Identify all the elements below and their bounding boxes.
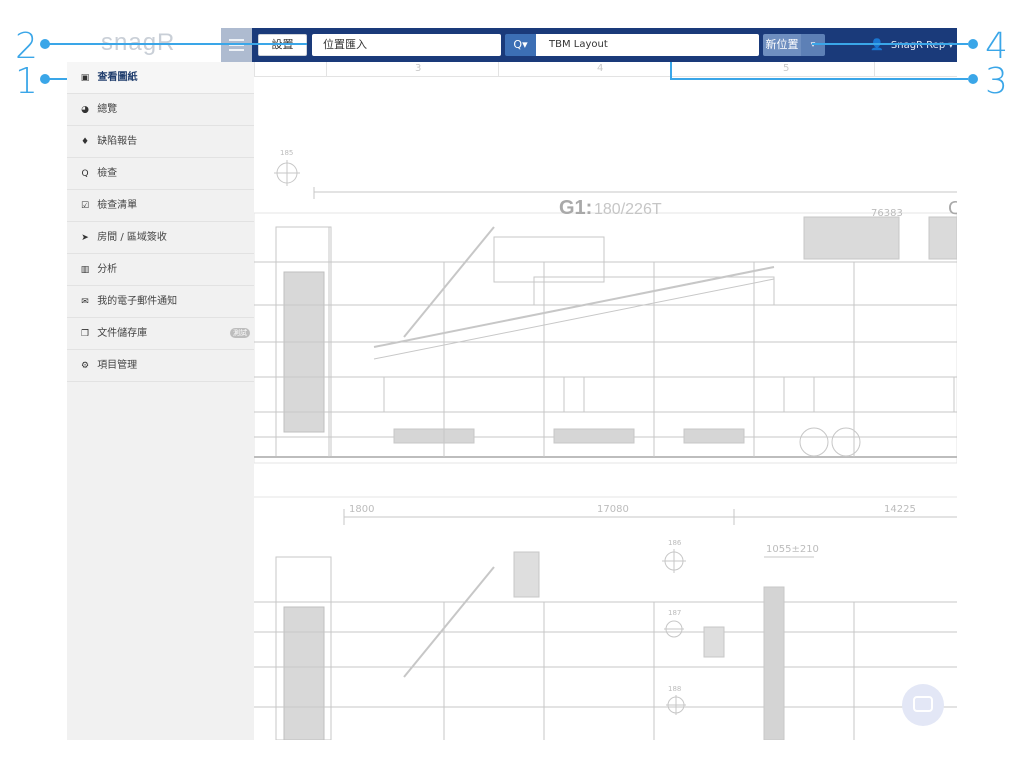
checklist-icon: ☑ [80,201,90,211]
tbm-layout-drawing [253,160,957,740]
sidebar-item-defect-reports[interactable]: ♦ 缺陷報告 [67,126,254,158]
sidebar-item-label: 缺陷報告 [97,136,138,147]
sidebar-item-inspection[interactable]: Q 檢查 [67,158,254,190]
callout-number-3: 3 [985,61,1008,102]
ruler-label: 5 [783,63,790,74]
callout-line [812,43,968,45]
sidebar-item-overview[interactable]: ◕ 總覽 [67,94,254,126]
bar-chart-icon: ▥ [80,265,90,275]
new-location-caret-button[interactable]: ▾ [801,34,825,56]
layout-search-input[interactable]: TBM Layout [536,34,759,56]
drawing-title: G1: [559,197,593,219]
location-arrow-icon: ➤ [81,233,89,243]
hamburger-bar-icon [229,39,244,41]
sidebar-item-analytics[interactable]: ▥ 分析 [67,254,254,286]
new-location-button[interactable]: 新位置 [763,34,801,56]
ruler-tick [498,62,499,76]
ruler-tick [326,62,327,76]
copy-icon: ❐ [80,329,90,339]
sidebar-item-label: 房間 / 區域簽收 [97,232,167,243]
top-navbar: snagR 設置 位置匯入 Q▾ TBM Layout 新位置 ▾ 👤 Snag… [67,28,957,62]
ruler-label: 4 [597,63,604,74]
marker-label: 188 [668,685,682,693]
callout-line [45,78,67,80]
dimension-label: 76383 [871,208,903,219]
marker-label: 185 [280,149,294,157]
sidebar-item-label: 總覽 [97,104,118,115]
search-icon: Q [81,169,89,179]
drawing-ruler: 3 4 5 [254,62,957,77]
sidebar-item-label: 檢查 [97,168,118,179]
ruler-label: 3 [415,63,422,74]
dimension-label: 1800 [349,504,375,515]
callout-number-2: 2 [15,26,38,67]
chat-icon [913,696,933,712]
callout-line [670,62,672,80]
cogs-icon: ⚙ [80,361,90,371]
menu-toggle-button[interactable] [221,28,252,62]
map-pin-icon: ♦ [80,137,90,147]
dimension-label: 1055±210 [766,544,819,555]
image-icon: ▣ [80,73,90,83]
sidebar-item-label: 文件儲存庫 [97,328,148,339]
location-import-field[interactable]: 位置匯入 [312,34,501,56]
drawing-canvas[interactable]: G1: 180/226T 185 76383 C 1800 17080 1422… [253,77,957,740]
brand-area[interactable]: snagR [67,28,221,62]
callout-dot [968,39,978,49]
drawing-title-sub: 180/226T [594,201,662,218]
sidebar-item-label: 我的電子郵件通知 [97,296,178,307]
envelope-icon: ✉ [81,297,89,307]
sidebar-item-project-management[interactable]: ⚙ 項目管理 [67,350,254,382]
callout-number-4: 4 [985,26,1008,67]
callout-line [670,78,968,80]
dimension-label: 17080 [597,504,629,515]
user-menu[interactable]: 👤 SnagR Rep ▾ [870,28,953,62]
user-name: SnagR Rep ▾ [890,40,954,51]
marker-label: 187 [668,609,682,617]
callout-line [45,43,307,45]
hamburger-bar-icon [229,49,244,51]
search-dropdown-button[interactable]: Q▾ [505,34,536,56]
settings-button[interactable]: 設置 [258,34,307,56]
sidebar-item-label: 項目管理 [97,360,138,371]
callout-number-1: 1 [15,61,38,102]
test-badge: 測試 [230,328,250,338]
chat-widget-button[interactable] [902,684,944,726]
app-window: snagR 設置 位置匯入 Q▾ TBM Layout 新位置 ▾ 👤 Snag… [67,28,957,740]
ruler-tick [874,62,875,76]
sidebar-item-document-repository[interactable]: ❐ 文件儲存庫 測試 [67,318,254,350]
sidebar-item-label: 分析 [97,264,118,275]
marker-label: 186 [668,539,682,547]
dimension-label: 14225 [884,504,916,515]
sidebar-item-label: 查看圖紙 [97,72,138,83]
callout-dot [968,74,978,84]
sidebar-item-view-drawings[interactable]: ▣ 查看圖紙 [67,62,254,94]
sidebar-item-checklists[interactable]: ☑ 檢查清單 [67,190,254,222]
dashboard-icon: ◕ [81,105,89,115]
sidebar-nav: ▣ 查看圖紙 ◕ 總覽 ♦ 缺陷報告 Q 檢查 ☑ 檢查清單 ➤ 房間 / 區域… [67,62,255,740]
sidebar-item-label: 檢查清單 [97,200,138,211]
sidebar-item-room-signoff[interactable]: ➤ 房間 / 區域簽收 [67,222,254,254]
sidebar-item-email-notifications[interactable]: ✉ 我的電子郵件通知 [67,286,254,318]
dimension-label: C [948,198,957,219]
